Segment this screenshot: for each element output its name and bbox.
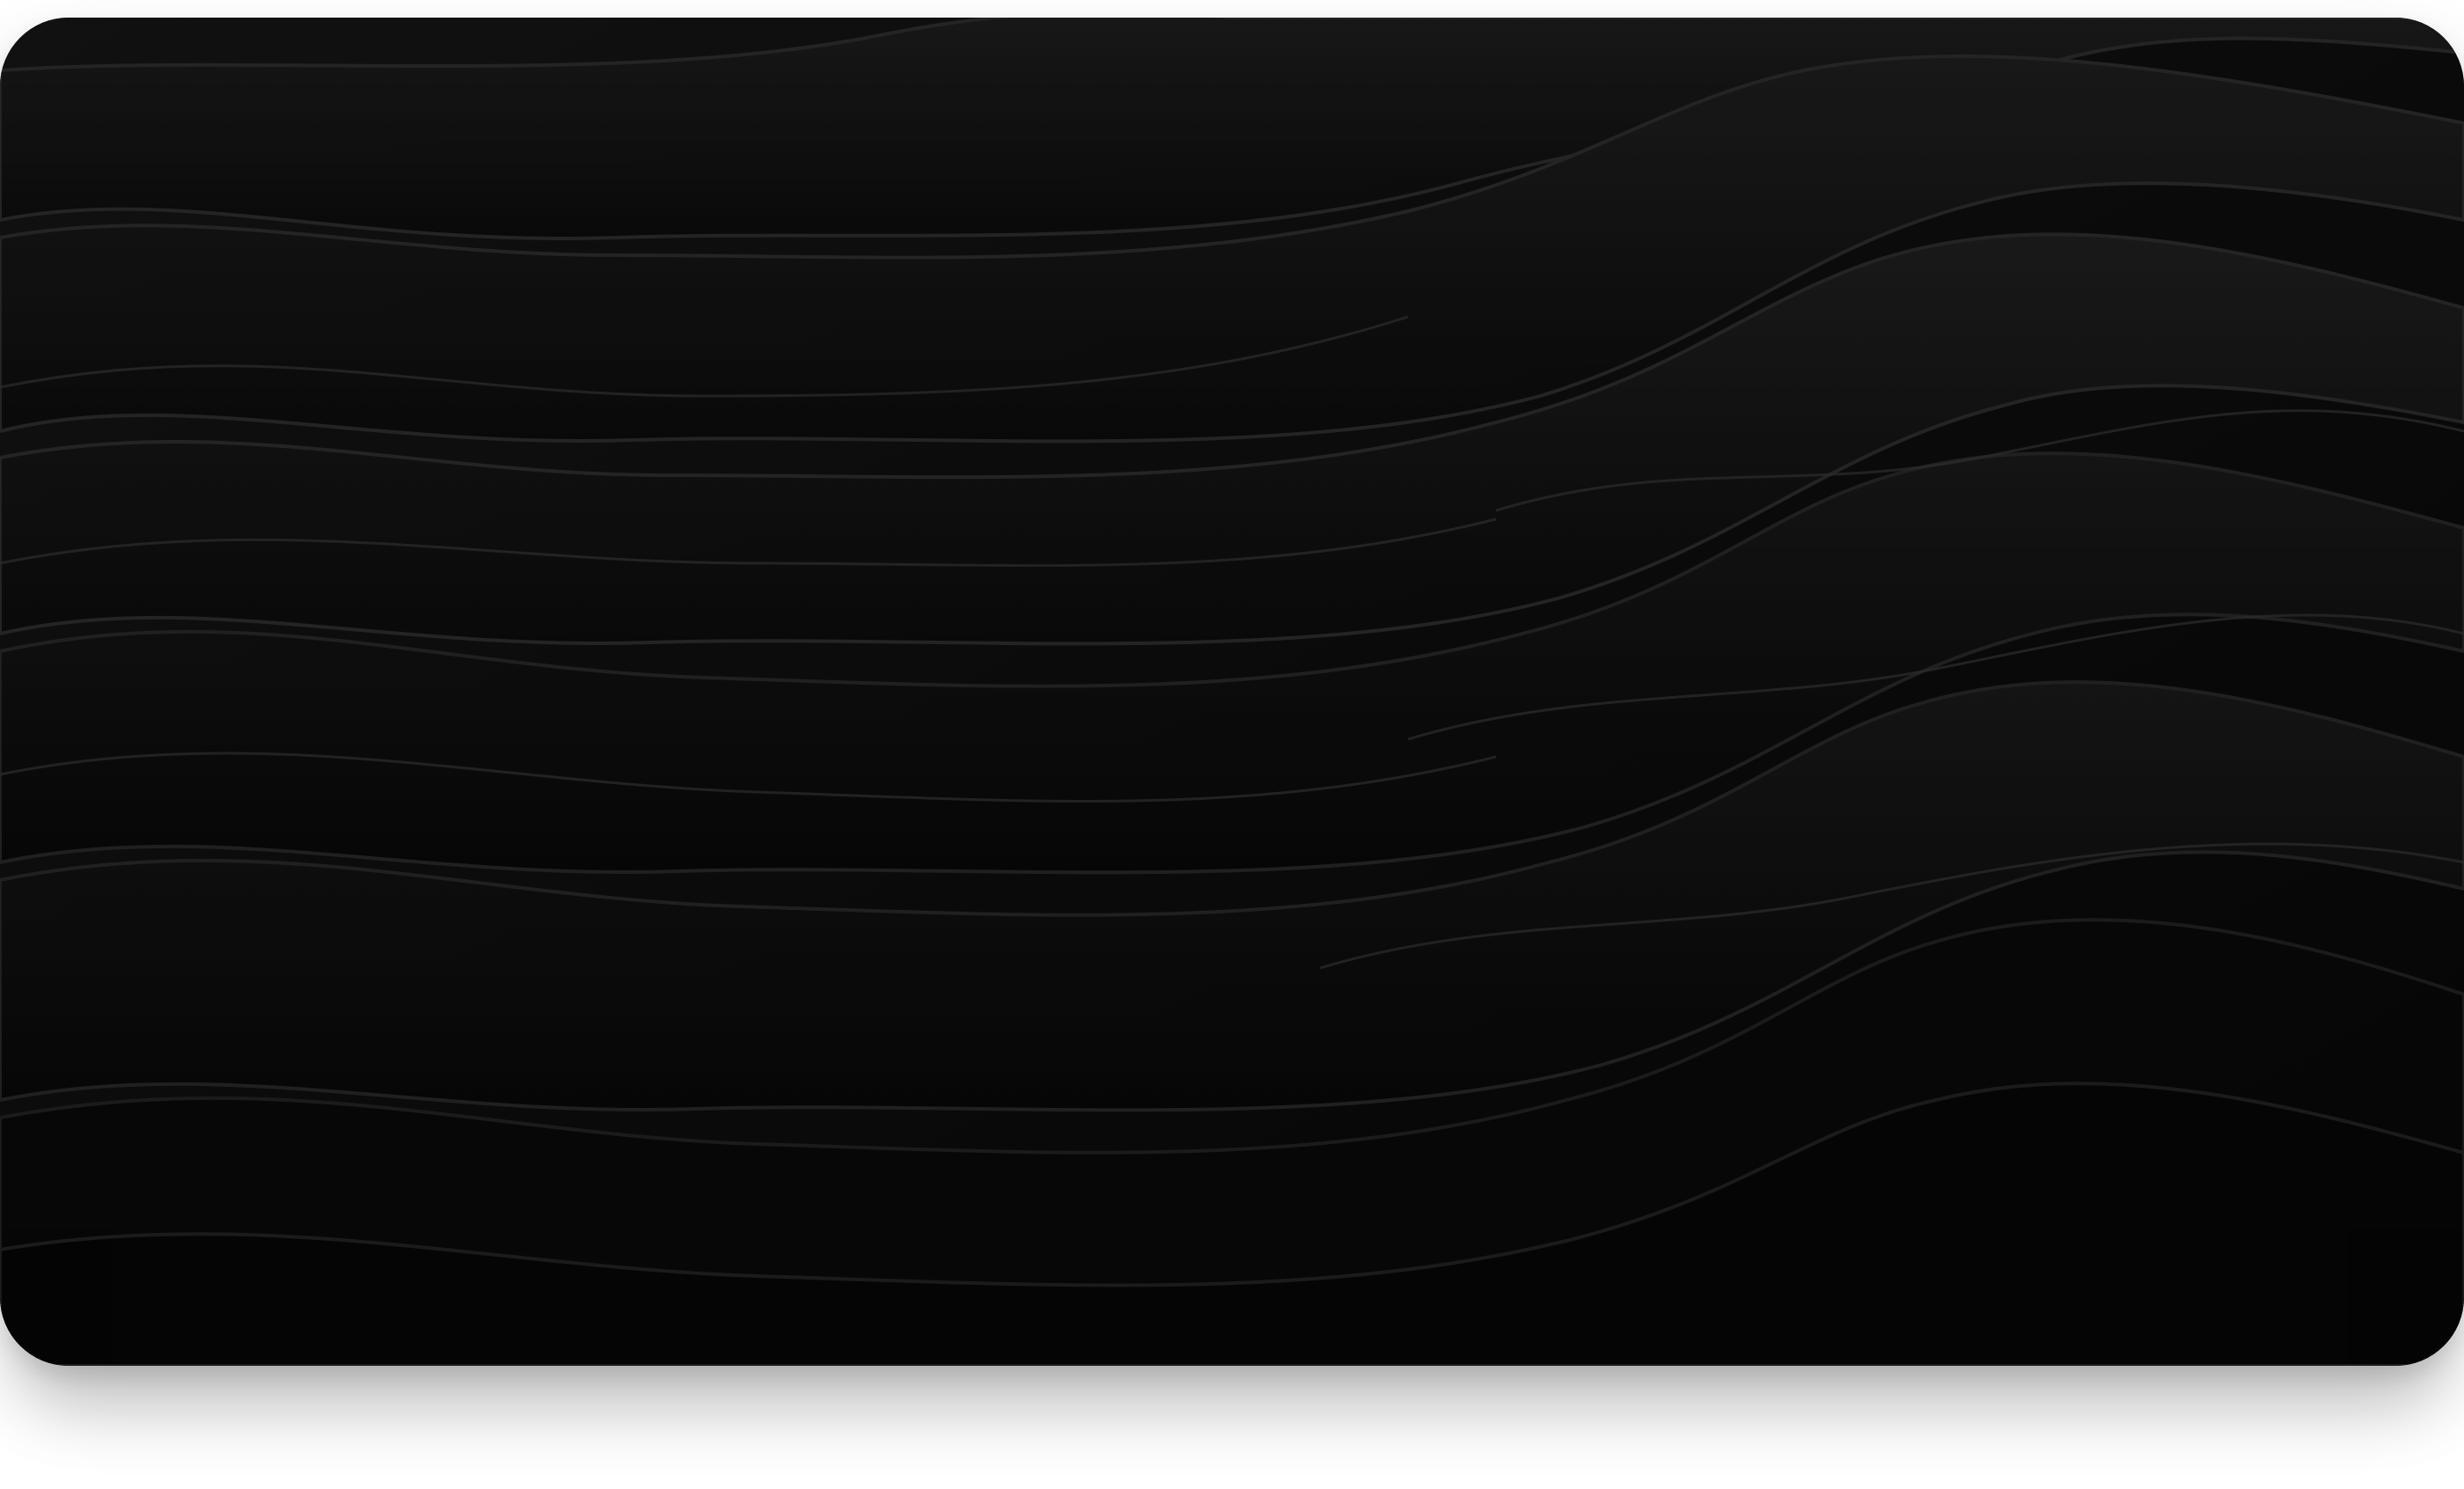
desktop-window (0, 18, 2464, 1366)
screenshot-stage (0, 0, 2464, 1489)
wave-wallpaper-icon (0, 18, 2464, 1366)
